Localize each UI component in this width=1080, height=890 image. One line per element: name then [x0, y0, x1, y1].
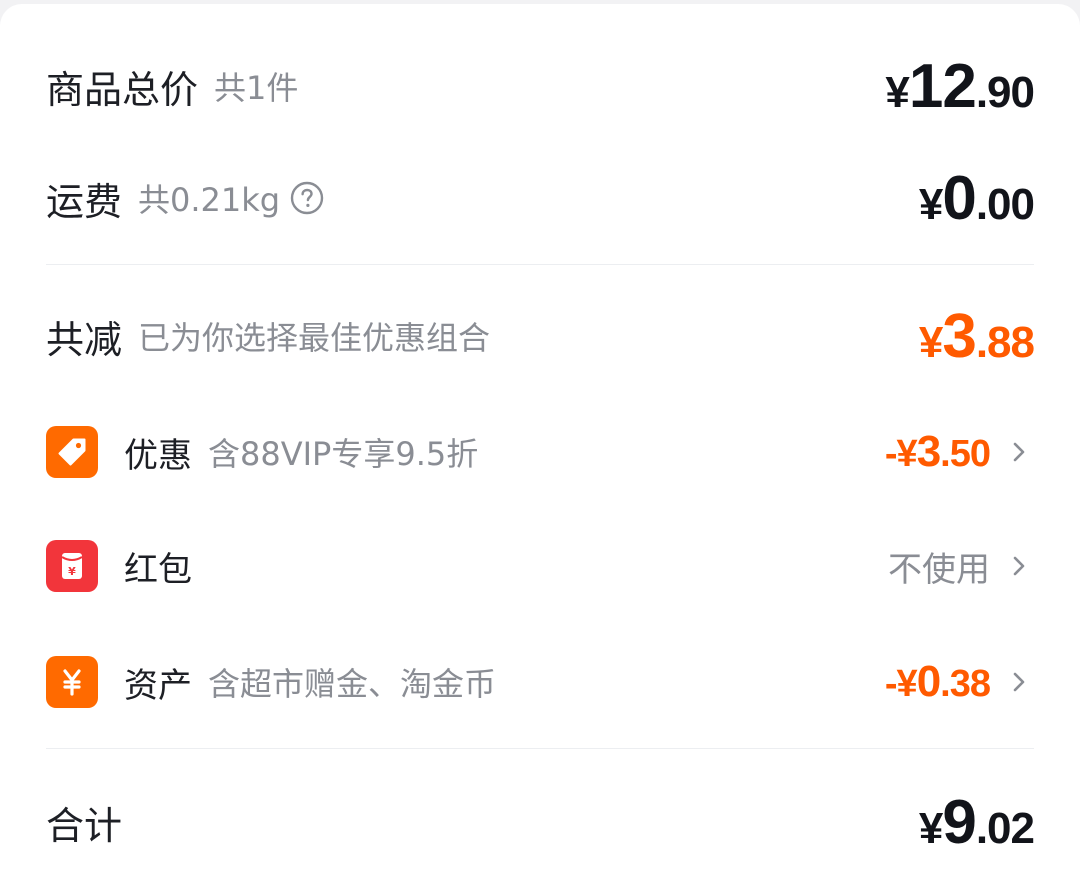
- total-discount-label: 共减: [46, 317, 123, 362]
- grand-total-label: 合计: [46, 803, 123, 848]
- amount-integer: 3: [942, 301, 976, 371]
- minus-currency: -¥: [884, 663, 918, 705]
- red-envelope-value: 不使用: [888, 549, 990, 590]
- currency-symbol: ¥: [918, 179, 944, 229]
- assets-detail: 含超市赠金、淘金币: [208, 665, 497, 703]
- currency-symbol: ¥: [885, 67, 910, 117]
- discount-hint: 已为你选择最佳优惠组合: [138, 319, 491, 357]
- shipping-amount: ¥ 0 .00: [918, 163, 1035, 234]
- total-discount-amount: ¥ 3 .88: [918, 301, 1035, 372]
- amount-decimal: .50: [940, 433, 991, 475]
- promo-amount: -¥ 3 .50: [884, 427, 991, 477]
- grand-total-amount: ¥ 9 .02: [918, 787, 1035, 858]
- total-discount-row: 共减 已为你选择最佳优惠组合 ¥ 3 .88: [46, 302, 1035, 371]
- amount-decimal: .38: [940, 663, 991, 705]
- chevron-right-icon[interactable]: [1004, 437, 1034, 467]
- currency-symbol: ¥: [918, 317, 944, 367]
- chevron-right-icon[interactable]: [1004, 667, 1034, 697]
- divider: [46, 748, 1034, 749]
- assets-row[interactable]: 资产 含超市赠金、淘金币 -¥ 0 .38: [46, 652, 1034, 712]
- shipping-label: 运费: [46, 179, 123, 224]
- yen-icon: [46, 656, 98, 708]
- amount-integer: 0: [942, 163, 976, 233]
- promo-detail: 含88VIP专享9.5折: [208, 435, 479, 473]
- assets-label: 资产: [124, 665, 192, 706]
- promo-row[interactable]: 优惠 含88VIP专享9.5折 -¥ 3 .50: [46, 422, 1034, 482]
- order-summary-card: 商品总价 共1件 ¥ 12 .90 运费 共0.21kg ¥ 0 .00 共减 …: [0, 4, 1080, 890]
- svg-text:¥: ¥: [68, 565, 76, 578]
- amount-integer: 3: [916, 427, 942, 476]
- shipping-weight: 共0.21kg: [138, 181, 281, 219]
- red-envelope-label: 红包: [124, 549, 192, 590]
- item-count: 共1件: [214, 69, 299, 107]
- red-envelope-row[interactable]: ¥ 红包 不使用: [46, 536, 1034, 596]
- amount-decimal: .00: [975, 179, 1035, 229]
- amount-integer: 0: [916, 657, 942, 706]
- question-circle-icon[interactable]: [290, 181, 324, 215]
- divider: [46, 264, 1034, 265]
- amount-integer: 12: [908, 51, 977, 121]
- amount-decimal: .88: [975, 317, 1035, 367]
- currency-symbol: ¥: [918, 803, 944, 853]
- subtotal-amount: ¥ 12 .90: [885, 51, 1035, 122]
- tag-icon: [46, 426, 98, 478]
- subtotal-label: 商品总价: [46, 67, 199, 112]
- amount-integer: 9: [942, 787, 976, 857]
- promo-label: 优惠: [124, 435, 192, 476]
- subtotal-row: 商品总价 共1件 ¥ 12 .90: [46, 52, 1035, 121]
- shipping-row: 运费 共0.21kg ¥ 0 .00: [46, 164, 1035, 233]
- assets-amount: -¥ 0 .38: [884, 657, 991, 707]
- red-envelope-icon: ¥: [46, 540, 98, 592]
- chevron-right-icon[interactable]: [1004, 551, 1034, 581]
- amount-decimal: .90: [975, 67, 1035, 117]
- amount-decimal: .02: [975, 803, 1035, 853]
- grand-total-row: 合计 ¥ 9 .02: [46, 788, 1035, 857]
- minus-currency: -¥: [884, 433, 918, 475]
